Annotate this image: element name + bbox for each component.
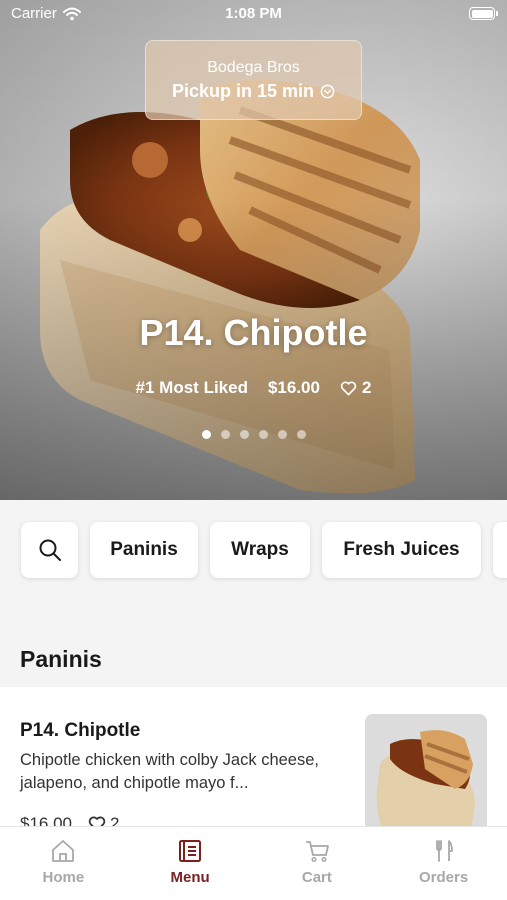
pickup-time: Pickup in 15 min — [146, 81, 361, 102]
pickup-time-label: Pickup in 15 min — [171, 81, 315, 101]
cart-icon — [305, 841, 329, 863]
tab-orders-label: Orders — [419, 869, 469, 886]
category-paninis[interactable]: Paninis — [90, 522, 198, 578]
heart-icon — [340, 381, 357, 395]
hero-badge: #1 Most Liked — [135, 378, 248, 397]
category-wraps[interactable]: Wraps — [210, 522, 310, 578]
hero-likes: 2 — [340, 378, 371, 398]
category-bar: Paninis Wraps Fresh Juices — [0, 500, 507, 630]
hero-title: P14. Chipotle — [139, 312, 368, 353]
store-name: Bodega Bros — [207, 59, 300, 76]
hero-price: $16.00 — [267, 378, 320, 397]
tab-home-label: Home — [42, 869, 85, 886]
menu-book-icon — [179, 840, 202, 862]
tab-cart[interactable]: Cart — [254, 827, 381, 900]
chevron-down-circle-icon — [320, 84, 335, 99]
fork-knife-icon — [435, 840, 453, 862]
tab-menu[interactable]: Menu — [127, 827, 254, 900]
tab-orders[interactable]: Orders — [380, 827, 507, 900]
search-icon — [39, 539, 61, 561]
carousel-dot-6[interactable] — [296, 430, 306, 439]
item-food-image — [365, 714, 487, 827]
hero-banner[interactable]: Carrier 1:08 PM Bodega Bros Pickup in 15… — [0, 0, 507, 500]
status-bar: Carrier 1:08 PM — [0, 0, 507, 28]
item-description: Chipotle chicken with colby Jack cheese,… — [20, 751, 319, 792]
tab-bar: Home Menu Cart Orders — [0, 826, 507, 900]
search-button[interactable] — [21, 522, 78, 578]
carousel-dot-1[interactable] — [201, 430, 211, 439]
tab-cart-label: Cart — [301, 869, 332, 886]
carousel-dot-2[interactable] — [220, 430, 230, 439]
carousel-dot-3[interactable] — [239, 430, 249, 439]
item-name: P14. Chipotle — [20, 720, 141, 741]
pickup-selector[interactable]: Bodega Bros Pickup in 15 min — [145, 40, 362, 120]
item-thumbnail — [365, 714, 487, 827]
carousel-dot-5[interactable] — [277, 430, 287, 439]
category-more[interactable] — [493, 522, 507, 578]
carousel-dot-4[interactable] — [258, 430, 268, 439]
carousel-dots[interactable] — [0, 430, 507, 439]
hero-likes-count: 2 — [361, 378, 372, 397]
tab-menu-label: Menu — [170, 869, 210, 886]
tab-home[interactable]: Home — [0, 827, 127, 900]
section-title: Paninis — [20, 646, 102, 672]
home-icon — [52, 840, 75, 862]
category-fresh-juices[interactable]: Fresh Juices — [322, 522, 481, 578]
hero-meta: #1 Most Liked $16.00 2 — [0, 378, 507, 398]
status-time: 1:08 PM — [225, 5, 282, 22]
menu-item-card[interactable]: P14. Chipotle Chipotle chicken with colb… — [0, 687, 507, 827]
battery-icon — [469, 7, 498, 20]
